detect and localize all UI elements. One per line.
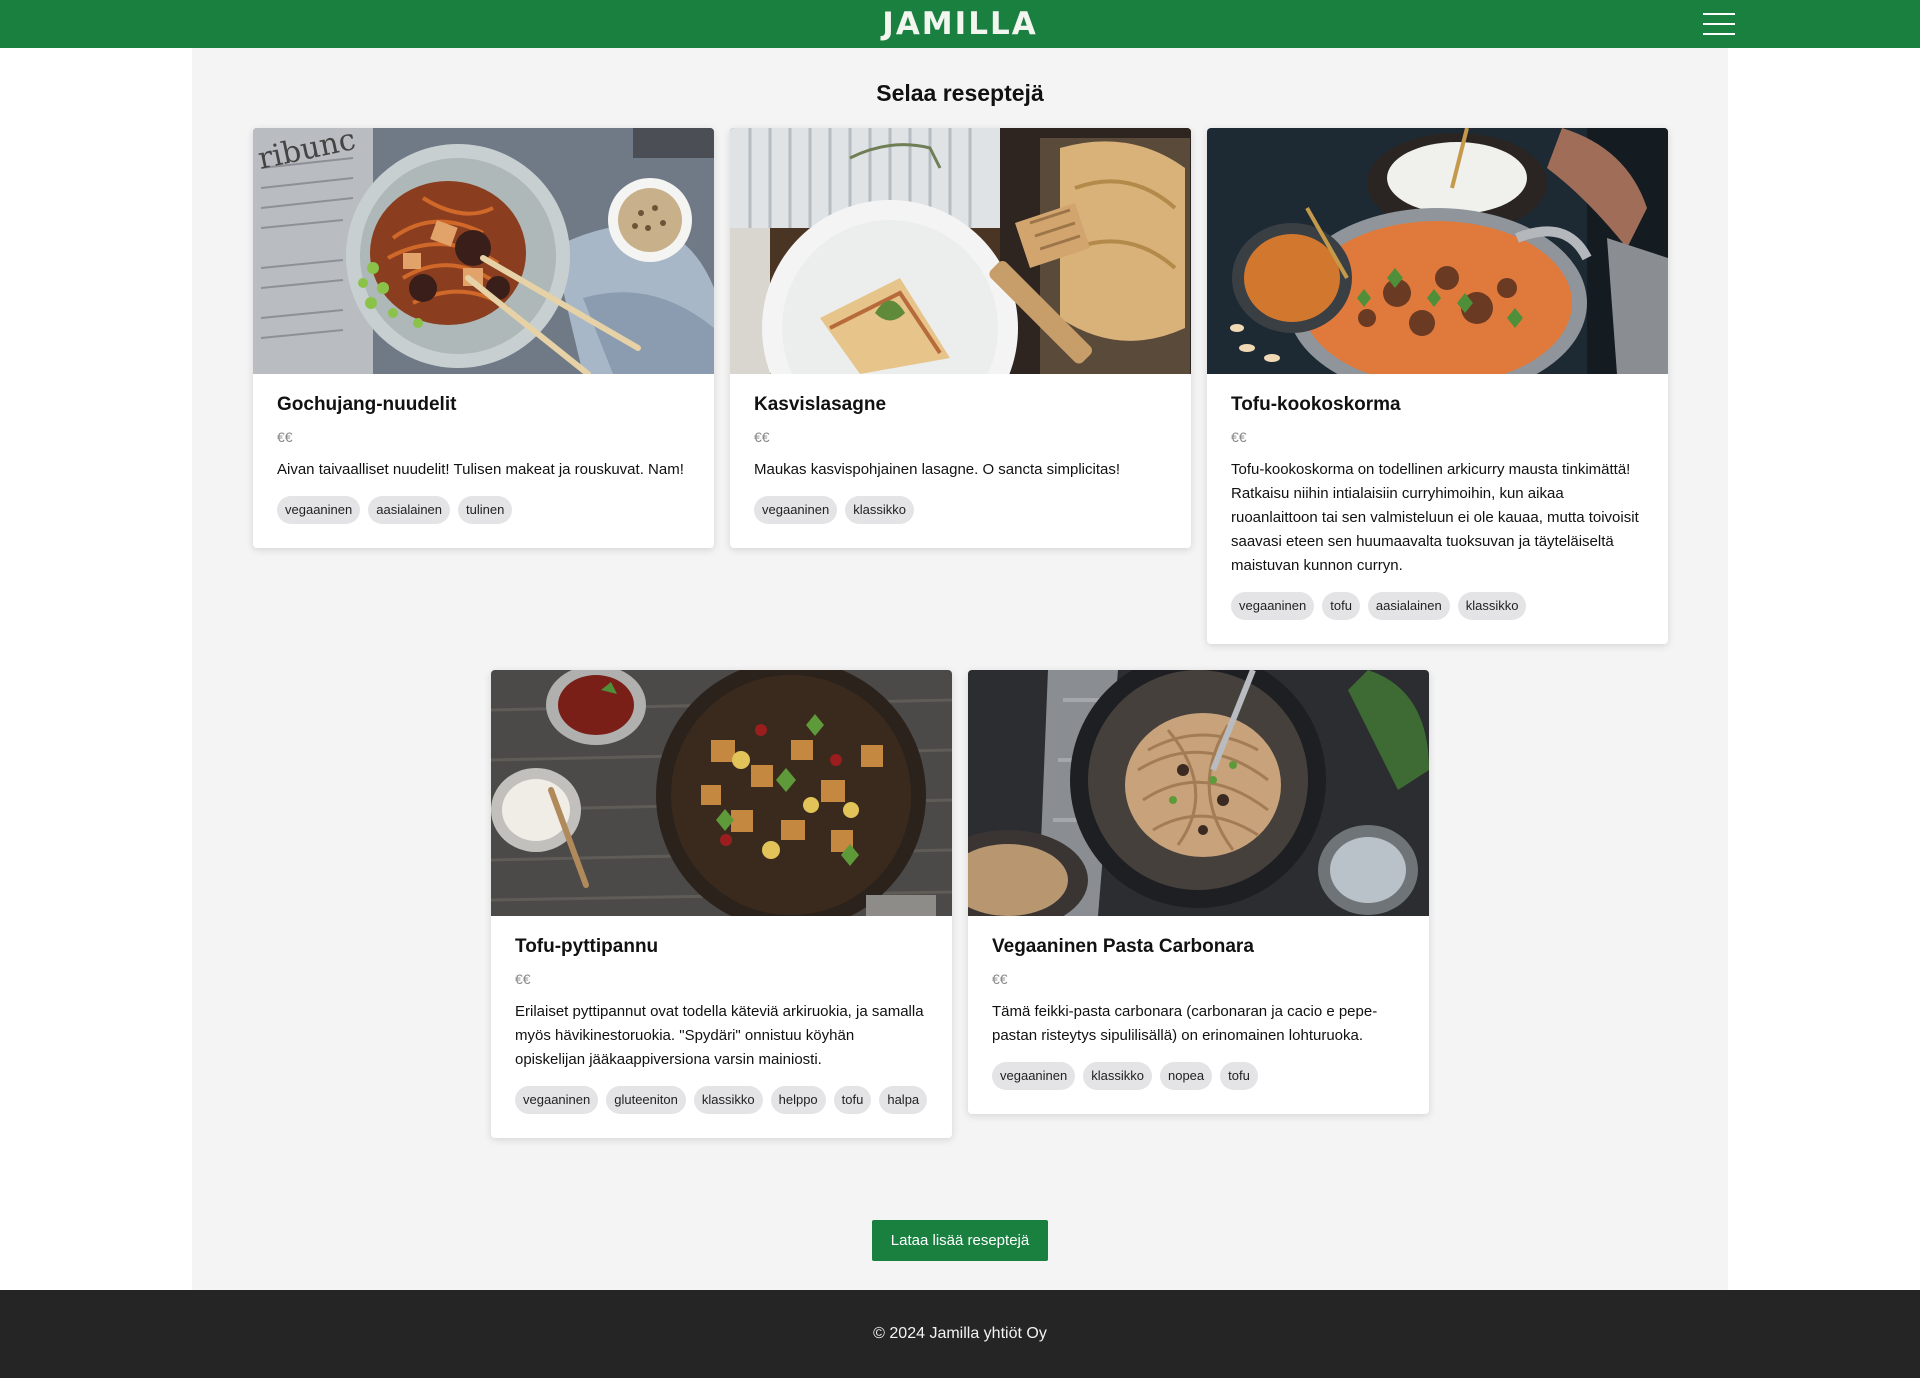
recipe-title[interactable]: Kasvislasagne <box>754 392 1167 418</box>
recipe-image-korma[interactable] <box>1207 128 1668 374</box>
tag-chip[interactable]: aasialainen <box>368 496 451 524</box>
tag-chip[interactable]: tofu <box>1322 592 1360 620</box>
tag-list: vegaaninen gluteeniton klassikko helppo … <box>515 1086 928 1114</box>
tag-chip[interactable]: klassikko <box>845 496 914 524</box>
tag-list: vegaaninen tofu aasialainen klassikko <box>1231 592 1644 620</box>
tag-chip[interactable]: halpa <box>879 1086 928 1114</box>
footer-copyright: © 2024 Jamilla yhtiöt Oy <box>873 1325 1047 1342</box>
tag-chip[interactable]: klassikko <box>1083 1062 1152 1090</box>
recipe-price: €€ <box>1231 429 1247 445</box>
tag-chip[interactable]: tulinen <box>458 496 513 524</box>
load-more-button[interactable]: Lataa lisää reseptejä <box>872 1220 1048 1261</box>
recipe-image-noodles[interactable]: ribunc <box>253 128 714 374</box>
recipe-card[interactable]: ribunc Gochujang-nuudelit €€ Aivan taiva… <box>253 128 714 548</box>
footer: © 2024 Jamilla yhtiöt Oy <box>0 1290 1920 1378</box>
recipe-price: €€ <box>277 429 293 445</box>
recipe-description: Erilaiset pyttipannut ovat todella kätev… <box>515 1003 924 1068</box>
page-title: Selaa reseptejä <box>876 80 1044 106</box>
recipe-title[interactable]: Tofu-kookoskorma <box>1231 392 1644 418</box>
tag-chip[interactable]: klassikko <box>1457 592 1527 620</box>
recipe-price: €€ <box>515 971 531 987</box>
tag-chip[interactable]: vegaaninen <box>754 496 838 524</box>
recipe-description: Tämä feikki-pasta carbonara (carbonaran … <box>992 1003 1378 1044</box>
recipe-card[interactable]: Tofu-kookoskorma €€ Tofu-kookoskorma on … <box>1207 128 1668 644</box>
recipe-description: Maukas kasvispohjainen lasagne. O sancta… <box>754 461 1121 478</box>
recipe-description: Tofu-kookoskorma on todellinen arkicurry… <box>1231 461 1639 574</box>
recipe-price: €€ <box>992 971 1008 987</box>
main-content: Selaa reseptejä ribunc Gochujang-nuudeli… <box>192 48 1728 1290</box>
recipe-title[interactable]: Tofu-pyttipannu <box>515 934 928 960</box>
hamburger-menu-icon[interactable] <box>1700 10 1738 38</box>
site-logo[interactable]: JAMILLA <box>0 7 1920 41</box>
tag-chip[interactable]: nopea <box>1159 1062 1213 1090</box>
tag-list: vegaaninen aasialainen tulinen <box>277 496 690 524</box>
tag-chip[interactable]: klassikko <box>693 1086 763 1114</box>
tag-chip[interactable]: gluteeniton <box>606 1086 686 1114</box>
tag-chip[interactable]: vegaaninen <box>277 496 361 524</box>
recipe-card[interactable]: Tofu-pyttipannu €€ Erilaiset pyttipannut… <box>491 670 952 1138</box>
recipe-title[interactable]: Gochujang-nuudelit <box>277 392 690 418</box>
tag-chip[interactable]: vegaaninen <box>992 1062 1076 1090</box>
menu-line <box>1703 13 1735 15</box>
tag-list: vegaaninen klassikko <box>754 496 1167 524</box>
top-navbar: JAMILLA <box>0 0 1920 48</box>
tag-chip[interactable]: helppo <box>770 1086 826 1114</box>
tag-chip[interactable]: tofu <box>833 1086 872 1114</box>
recipe-card[interactable]: Kasvislasagne €€ Maukas kasvispohjainen … <box>730 128 1191 548</box>
recipe-image-lasagne[interactable] <box>730 128 1191 374</box>
tag-list: vegaaninen klassikko nopea tofu <box>992 1062 1405 1090</box>
recipe-image-carbonara[interactable] <box>968 670 1429 916</box>
tag-chip[interactable]: vegaaninen <box>515 1086 599 1114</box>
recipe-card[interactable]: Vegaaninen Pasta Carbonara €€ Tämä feikk… <box>968 670 1429 1114</box>
menu-line <box>1703 23 1735 25</box>
recipe-price: €€ <box>754 429 770 445</box>
menu-line <box>1703 33 1735 35</box>
tag-chip[interactable]: aasialainen <box>1367 592 1450 620</box>
recipe-title[interactable]: Vegaaninen Pasta Carbonara <box>992 934 1405 960</box>
tag-chip[interactable]: tofu <box>1220 1062 1258 1090</box>
recipe-image-pyttipannu[interactable] <box>491 670 952 916</box>
recipe-description: Aivan taivaalliset nuudelit! Tulisen mak… <box>277 461 684 478</box>
tag-chip[interactable]: vegaaninen <box>1231 592 1315 620</box>
